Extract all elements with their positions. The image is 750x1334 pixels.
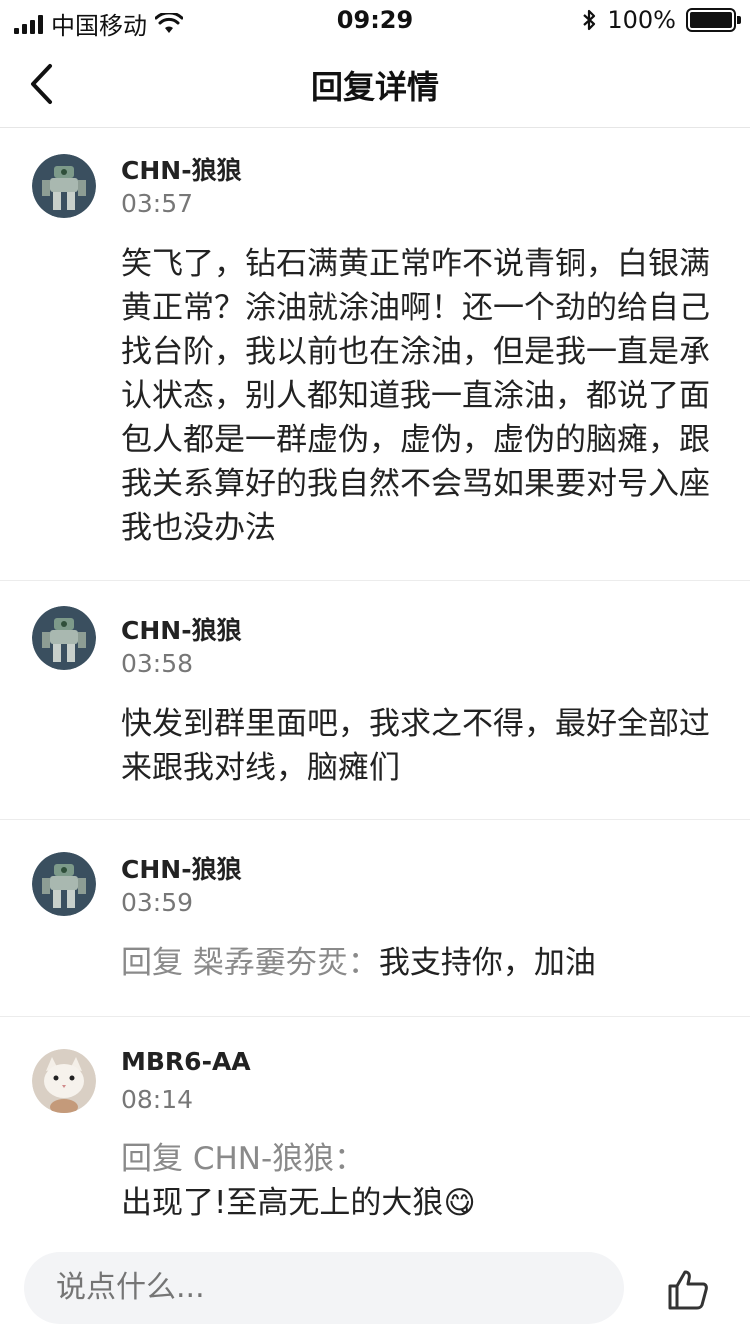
comment-body: 我支持你，加油	[378, 945, 596, 981]
drooling-face-emoji: 😋	[443, 1185, 476, 1221]
comment-text: 回复 CHN-狼狼： 出现了!至高无上的大狼😋	[121, 1137, 721, 1225]
bluetooth-icon	[583, 9, 596, 31]
comment-time: 03:59	[121, 888, 194, 917]
robot-mech-avatar	[32, 606, 96, 670]
reply-prefix[interactable]: 回复 椝孨嫑夯烎：	[121, 945, 379, 981]
status-bar: 中国移动 09:29 100%	[0, 0, 750, 40]
comment-time: 03:57	[121, 189, 194, 218]
comment-body: 快发到群里面吧，我求之不得，最好全部过来跟我对线，脑瘫们	[121, 706, 710, 786]
avatar[interactable]	[32, 852, 96, 916]
comment-text: 快发到群里面吧，我求之不得，最好全部过来跟我对线，脑瘫们	[121, 702, 721, 790]
comment-username[interactable]: CHN-狼狼	[121, 151, 242, 187]
comment-username[interactable]: CHN-狼狼	[121, 850, 242, 886]
robot-mech-avatar	[32, 154, 96, 218]
page-title: 回复详情	[310, 68, 439, 106]
robot-mech-avatar	[32, 852, 96, 916]
comment-item: CHN-狼狼 03:59 回复 椝孨嫑夯烎：我支持你，加油	[0, 820, 750, 1017]
comment-body: 出现了!至高无上的大狼	[121, 1185, 444, 1221]
avatar[interactable]	[32, 1049, 96, 1113]
status-bar-right: 100%	[581, 6, 741, 34]
thumbs-up-icon	[668, 1270, 708, 1310]
cat-avatar	[32, 1049, 96, 1113]
comment-item: CHN-狼狼 03:57 笑飞了，钻石满黄正常咋不说青铜，白银满黄正常？涂油就涂…	[0, 129, 750, 581]
avatar[interactable]	[32, 154, 96, 218]
comment-text: 回复 椝孨嫑夯烎：我支持你，加油	[121, 941, 721, 985]
comment-username[interactable]: CHN-狼狼	[121, 611, 242, 647]
avatar[interactable]	[32, 606, 96, 670]
comment-username[interactable]: MBR6-AA	[121, 1047, 251, 1076]
comment-item: CHN-狼狼 03:58 快发到群里面吧，我求之不得，最好全部过来跟我对线，脑瘫…	[0, 581, 750, 820]
battery-percent: 100%	[607, 6, 676, 34]
comment-item: MBR6-AA 08:14 回复 CHN-狼狼： 出现了!至高无上的大狼😋	[0, 1017, 750, 1239]
comment-list: CHN-狼狼 03:57 笑飞了，钻石满黄正常咋不说青铜，白银满黄正常？涂油就涂…	[0, 129, 750, 1239]
reply-prefix[interactable]: 回复 CHN-狼狼：	[121, 1137, 721, 1181]
comment-time: 08:14	[121, 1085, 194, 1114]
battery-icon	[686, 8, 741, 32]
like-button[interactable]	[666, 1268, 710, 1312]
nav-bar: 回复详情	[0, 40, 750, 128]
comment-body: 笑飞了，钻石满黄正常咋不说青铜，白银满黄正常？涂油就涂油啊！还一个劲的给自己找台…	[121, 246, 710, 546]
comment-time: 03:58	[121, 649, 194, 678]
comment-input[interactable]	[24, 1252, 624, 1324]
comment-text: 笑飞了，钻石满黄正常咋不说青铜，白银满黄正常？涂油就涂油啊！还一个劲的给自己找台…	[121, 242, 721, 550]
comment-input-bar	[0, 1240, 750, 1334]
